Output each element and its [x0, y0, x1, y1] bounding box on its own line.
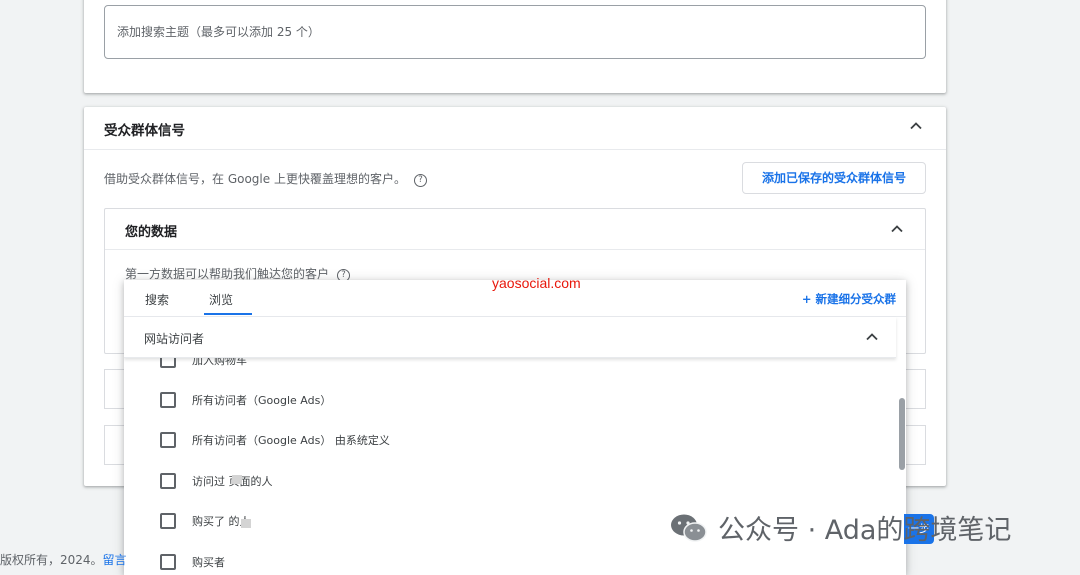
redaction-mark: [232, 475, 242, 484]
help-icon[interactable]: ?: [413, 174, 427, 187]
section-title: 网站访问者: [144, 332, 205, 346]
tab-browse[interactable]: 浏览: [209, 291, 233, 308]
chevron-up-icon[interactable]: [908, 118, 924, 138]
checkbox[interactable]: [160, 432, 176, 448]
audience-signal-title: 受众群体信号: [104, 123, 185, 139]
chevron-up-icon[interactable]: [889, 221, 905, 241]
tab-search[interactable]: 搜索: [145, 291, 169, 308]
feedback-link[interactable]: 留言: [103, 553, 127, 567]
copyright-text: 版权所有，2024。: [0, 553, 103, 567]
redaction-mark: [241, 519, 251, 528]
checkbox[interactable]: [160, 554, 176, 570]
chevron-up-icon[interactable]: [864, 329, 880, 349]
active-tab-indicator: [204, 313, 252, 315]
add-saved-signal-button[interactable]: 添加已保存的受众群体信号: [742, 162, 926, 194]
checkbox[interactable]: [160, 392, 176, 408]
search-topic-input[interactable]: 添加搜索主题（最多可以添加 25 个）: [104, 5, 926, 59]
wechat-watermark: 公众号 · Ada的跨境笔记: [670, 508, 1011, 547]
checkbox[interactable]: [160, 513, 176, 529]
new-segment-link[interactable]: + 新建细分受众群: [802, 291, 896, 307]
footer: 版权所有，2024。留言: [0, 551, 127, 568]
search-topics-card: 添加搜索主题（最多可以添加 25 个）: [84, 0, 946, 93]
website-visitors-header[interactable]: 网站访问者: [124, 317, 896, 358]
site-watermark: yaosocial.com: [492, 275, 581, 291]
your-data-title: 您的数据: [125, 225, 178, 240]
audience-signal-header[interactable]: 受众群体信号: [84, 107, 946, 150]
your-data-header[interactable]: 您的数据: [105, 209, 925, 250]
checkbox[interactable]: [160, 473, 176, 489]
wechat-icon: [670, 513, 708, 543]
audience-signal-description: 借助受众群体信号，在 Google 上更快覆盖理想的客户。?: [104, 170, 427, 187]
scrollbar-thumb[interactable]: [899, 398, 905, 470]
